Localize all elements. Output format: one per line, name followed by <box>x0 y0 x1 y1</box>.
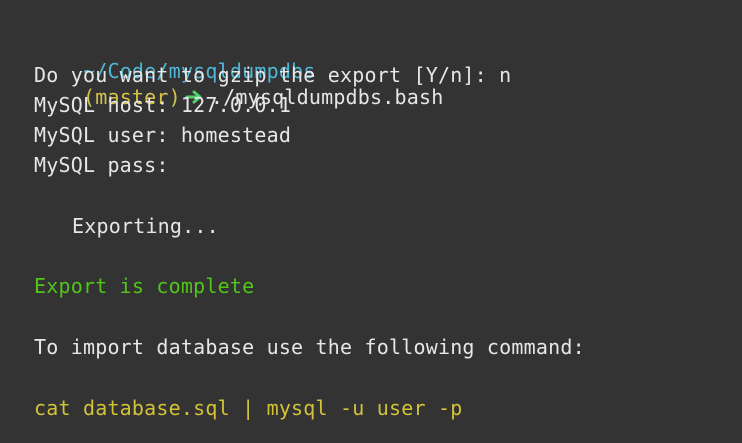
mysql-pass-line: MySQL pass: <box>34 153 169 177</box>
terminal-window[interactable]: ~/Code/mysqldumpdbs (master) ./mysqldumpd… <box>0 0 742 443</box>
mysql-user-line: MySQL user: homestead <box>34 123 292 147</box>
mysql-host-line: MySQL host: 127.0.0.1 <box>34 93 292 117</box>
import-hint-line: To import database use the following com… <box>34 335 585 359</box>
import-command-line: cat database.sql | mysql -u user -p <box>34 396 463 420</box>
exporting-status: Exporting... <box>72 214 219 238</box>
export-complete-message: Export is complete <box>34 274 255 298</box>
prompt-line: ~/Code/mysqldumpdbs (master) ./mysqldumpd… <box>34 32 444 109</box>
gzip-question-line: Do you want to gzip the export [Y/n]: n <box>34 63 512 87</box>
